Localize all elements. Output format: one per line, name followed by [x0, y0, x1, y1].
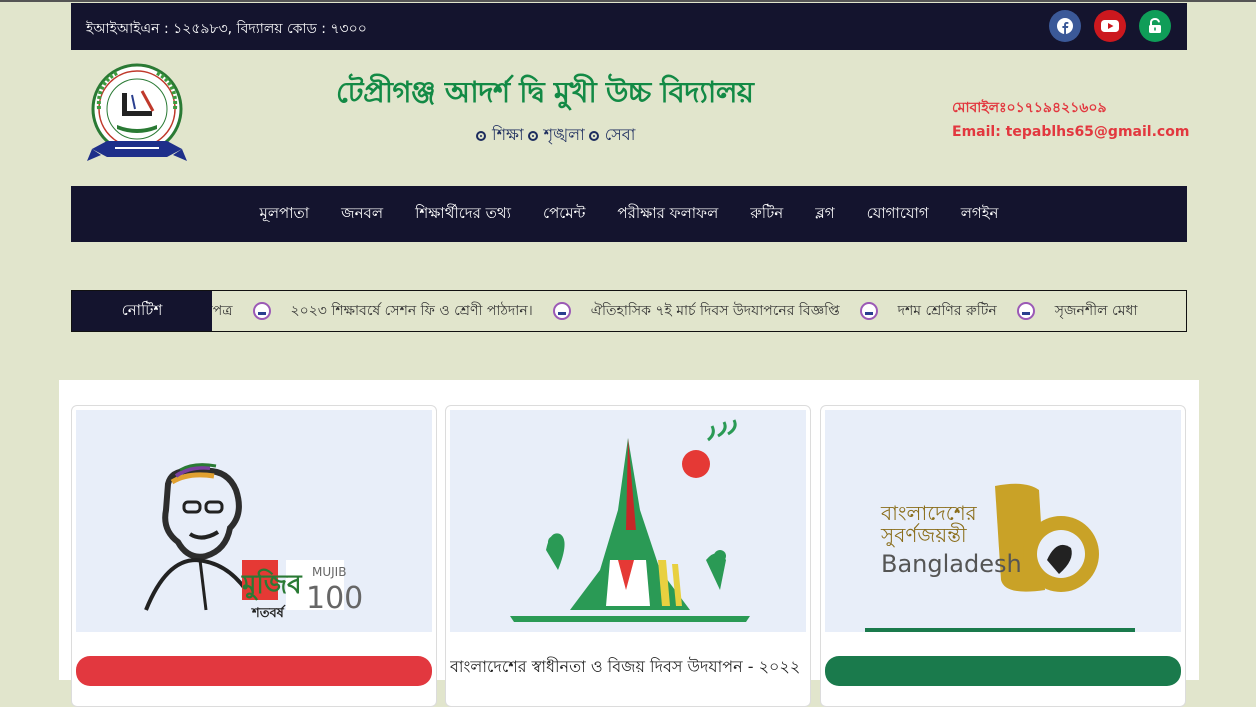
- school-logo-icon: [552, 302, 571, 320]
- news-card[interactable]: মুজিব শতবর্ষ MUJIB 100: [71, 405, 437, 707]
- facebook-button[interactable]: [1049, 10, 1081, 42]
- nav-login[interactable]: লগইন: [945, 202, 1015, 227]
- notice-item[interactable]: সৃজনশীল মেধা: [1055, 299, 1138, 323]
- bullet-icon: [527, 130, 538, 141]
- news-card[interactable]: বাংলাদেশের স্বাধীনতা ও বিজয় দিবস উদযাপন…: [445, 405, 811, 707]
- notice-item[interactable]: রিপত্র: [212, 299, 233, 323]
- notice-text[interactable]: ঐতিহাসিক ৭ই মার্চ দিবস উদযাপনের বিজ্ঞপ্ত…: [591, 299, 840, 323]
- card-caption[interactable]: বাংলাদেশের স্বাধীনতা ও বিজয় দিবস উদযাপন…: [450, 654, 806, 681]
- notice-text[interactable]: ২০২৩ শিক্ষাবর্ষে সেশন ফি ও শ্রেণী পাঠদান…: [291, 299, 533, 323]
- top-border-line: [0, 0, 1256, 2]
- golden-jubilee-image[interactable]: বাংলাদেশের সুবর্ণজয়ন্তী Bangladesh: [825, 410, 1181, 632]
- content-section: মুজিব শতবর্ষ MUJIB 100 বাংলাদেশের স্বাধী…: [59, 380, 1199, 707]
- school-logo-icon: [252, 302, 271, 320]
- jubilee-illustration: বাংলাদেশের সুবর্ণজয়ন্তী Bangladesh: [865, 483, 1135, 632]
- school-logo: [87, 63, 187, 161]
- nav-payment[interactable]: পেমেন্ট: [527, 202, 601, 227]
- top-info-bar: ইআইআইএন : ১২৫৯৮৩, বিদ্যালয় কোড : ৭৩০০: [71, 3, 1187, 50]
- social-links: [1049, 10, 1171, 42]
- mujib-bangla-text: মুজিব: [241, 568, 303, 601]
- nav-contact[interactable]: যোগাযোগ: [851, 202, 945, 227]
- card-button[interactable]: [76, 656, 432, 686]
- bangladesh-text: Bangladesh: [881, 550, 1022, 578]
- victory-day-image[interactable]: [450, 410, 806, 632]
- contact-info: মোবাইলঃ০১৭১৯৪২১৬০৯ Email: tepablhs65@gma…: [952, 96, 1189, 144]
- bangladesher-text: বাংলাদেশের: [880, 501, 978, 525]
- bullet-icon: [476, 130, 486, 141]
- eiin-text: ইআইআইএন : ১২৫৯৮৩, বিদ্যালয় কোড : ৭৩০০: [86, 21, 367, 37]
- motto-item: সেবা: [604, 125, 636, 144]
- mujib-english-text: MUJIB: [312, 565, 346, 579]
- mujib-illustration: মুজিব শতবর্ষ MUJIB 100: [144, 463, 363, 621]
- memorial-illustration: [510, 419, 750, 622]
- notice-item[interactable]: ঐতিহাসিক ৭ই মার্চ দিবস উদযাপনের বিজ্ঞপ্ত…: [591, 299, 840, 323]
- nav-student-info[interactable]: শিক্ষার্থীদের তথ্য: [399, 202, 527, 227]
- hundred-text: 100: [306, 581, 363, 616]
- school-logo-icon: [859, 302, 878, 320]
- nav-staff[interactable]: জনবল: [325, 202, 399, 227]
- card-button[interactable]: [825, 656, 1181, 686]
- youtube-icon: [1101, 20, 1119, 32]
- nav-routine[interactable]: রুটিন: [734, 202, 799, 227]
- email-address[interactable]: Email: tepablhs65@gmail.com: [952, 120, 1189, 144]
- notice-item[interactable]: ২০২৩ শিক্ষাবর্ষে সেশন ফি ও শ্রেণী পাঠদান…: [291, 299, 533, 323]
- school-name: টেপ্রীগঞ্জ আদর্শ দ্বি মুখী উচ্চ বিদ্যালয…: [336, 75, 754, 109]
- subarnajayanti-text: সুবর্ণজয়ন্তী: [880, 523, 967, 547]
- mujib-100-image[interactable]: মুজিব শতবর্ষ MUJIB 100: [76, 410, 432, 632]
- school-logo-icon: [1016, 302, 1035, 320]
- nav-home[interactable]: মূলপাতা: [244, 202, 326, 227]
- notice-item[interactable]: দশম শ্রেণির রুটিন: [898, 299, 997, 323]
- notice-ticker: নোটিশ রিপত্র ২০২৩ শিক্ষাবর্ষে সেশন ফি ও …: [71, 290, 1187, 332]
- school-motto: শিক্ষা শৃঙ্খলা সেবা: [476, 122, 635, 149]
- unlock-icon: [1149, 18, 1161, 33]
- youtube-button[interactable]: [1094, 10, 1126, 42]
- main-navigation: মূলপাতা জনবল শিক্ষার্থীদের তথ্য পেমেন্ট …: [71, 186, 1187, 242]
- login-lock-button[interactable]: [1139, 10, 1171, 42]
- facebook-icon: [1057, 18, 1073, 34]
- nav-exam-results[interactable]: পরীক্ষার ফলাফল: [601, 202, 734, 227]
- notice-text[interactable]: রিপত্র: [212, 299, 233, 323]
- news-card[interactable]: বাংলাদেশের সুবর্ণজয়ন্তী Bangladesh: [820, 405, 1186, 707]
- nav-blog[interactable]: ব্লগ: [799, 202, 850, 227]
- motto-item: শিক্ষা: [492, 125, 524, 144]
- mobile-number: মোবাইলঃ০১৭১৯৪২১৬০৯: [952, 100, 1107, 116]
- bullet-icon: [588, 130, 599, 141]
- notice-scroll: রিপত্র ২০২৩ শিক্ষাবর্ষে সেশন ফি ও শ্রেণী…: [212, 291, 1186, 331]
- shotoborsho-text: শতবর্ষ: [251, 604, 286, 621]
- motto-item: শৃঙ্খলা: [543, 125, 585, 144]
- notice-label: নোটিশ: [72, 291, 212, 331]
- notice-text[interactable]: সৃজনশীল মেধা: [1055, 299, 1138, 323]
- notice-text[interactable]: দশম শ্রেণির রুটিন: [898, 299, 997, 323]
